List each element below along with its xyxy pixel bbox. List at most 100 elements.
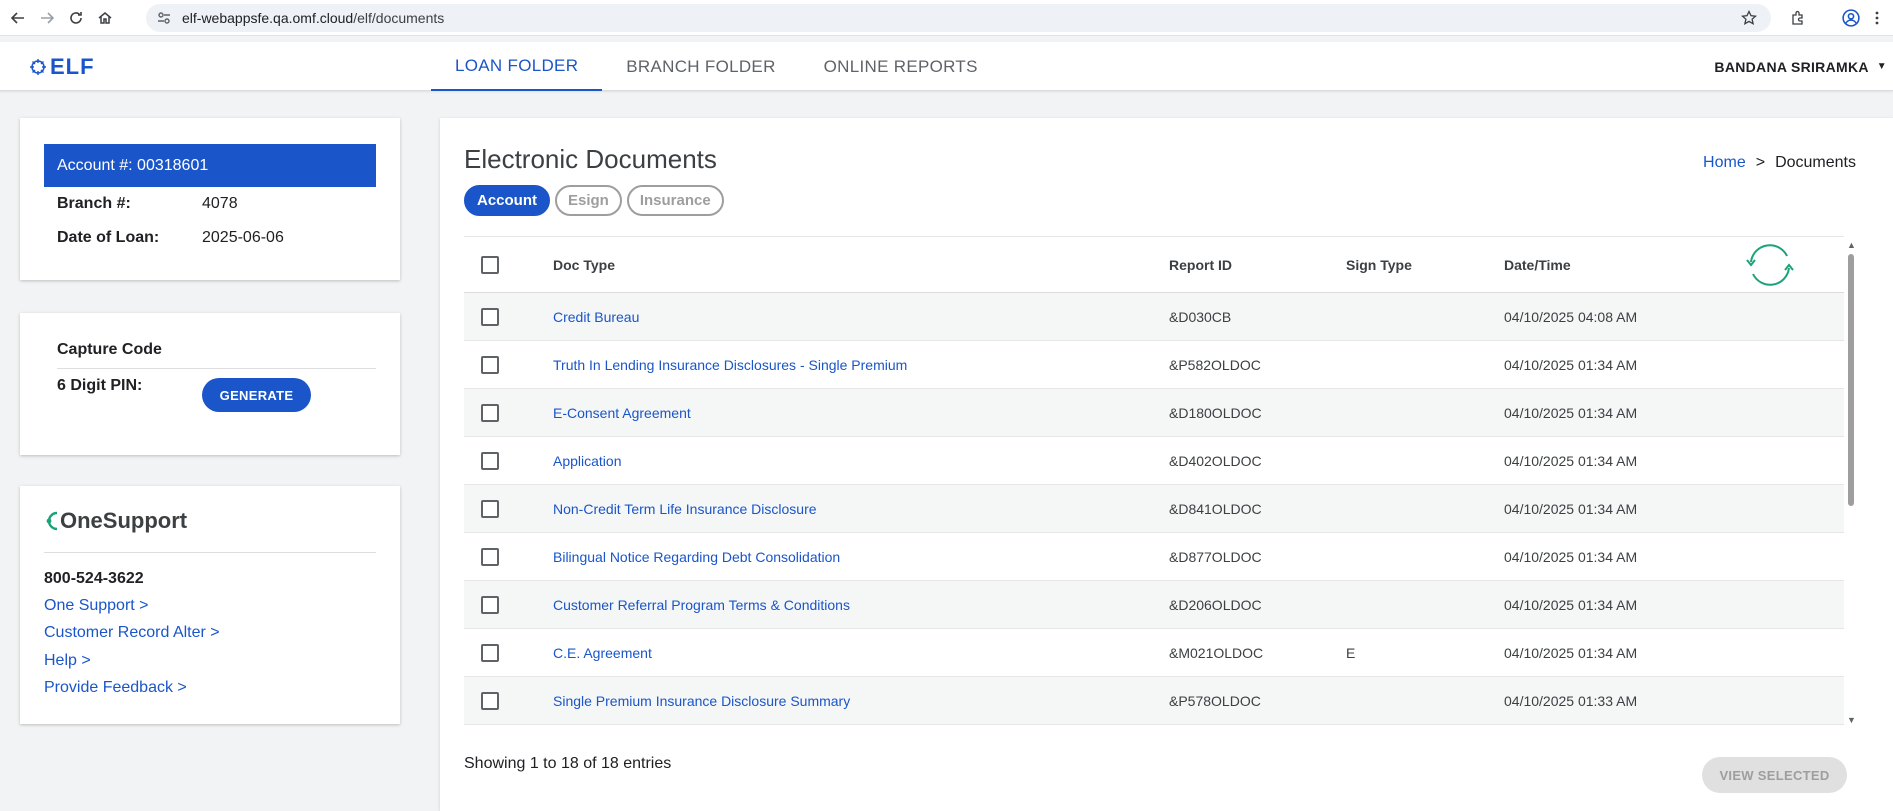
logo-text: ELF: [50, 54, 95, 79]
link-one-support[interactable]: One Support >: [44, 597, 149, 615]
sign-type-cell: E: [1346, 644, 1356, 661]
row-checkbox[interactable]: [481, 307, 499, 326]
doc-type-link[interactable]: Truth In Lending Insurance Disclosures -…: [553, 357, 907, 373]
capture-code-title: Capture Code: [57, 341, 162, 358]
row-checkbox[interactable]: [481, 547, 499, 566]
support-phone: 800-524-3622: [44, 570, 144, 587]
header-sign-type[interactable]: Sign Type: [1346, 257, 1412, 273]
tab-branch-folder[interactable]: BRANCH FOLDER: [602, 42, 799, 91]
link-customer-record-alter[interactable]: Customer Record Alter >: [44, 624, 220, 642]
app-header: ELF LOAN FOLDER BRANCH FOLDER ONLINE REP…: [0, 42, 1893, 91]
breadcrumb-home[interactable]: Home: [1703, 154, 1746, 172]
onesupport-logo-text: OneSupport: [60, 508, 188, 533]
loan-date-value: 2025-06-06: [202, 229, 284, 246]
row-checkbox[interactable]: [481, 355, 499, 374]
link-help[interactable]: Help >: [44, 652, 91, 670]
scroll-thumb[interactable]: [1848, 254, 1854, 506]
row-checkbox[interactable]: [481, 403, 499, 422]
date-time-cell: 04/10/2025 01:34 AM: [1504, 404, 1638, 421]
header-date-time[interactable]: Date/Time: [1504, 257, 1571, 273]
date-time-cell: 04/10/2025 01:34 AM: [1504, 500, 1638, 517]
documents-panel: Electronic Documents Home > Documents Ac…: [440, 118, 1893, 811]
table-row: Bilingual Notice Regarding Debt Consolid…: [464, 533, 1844, 581]
forward-icon[interactable]: [36, 7, 58, 29]
breadcrumb: Home > Documents: [1703, 154, 1856, 172]
doc-type-link[interactable]: Credit Bureau: [553, 309, 639, 325]
document-filter-pills: Account Esign Insurance: [464, 185, 724, 216]
header-report-id[interactable]: Report ID: [1169, 257, 1232, 273]
profile-icon[interactable]: [1840, 7, 1862, 29]
row-checkbox[interactable]: [481, 499, 499, 518]
branch-value: 4078: [202, 195, 238, 212]
reload-icon[interactable]: [65, 7, 87, 29]
date-time-cell: 04/10/2025 01:34 AM: [1504, 596, 1638, 613]
url-text: elf-webappsfe.qa.omf.cloud/elf/documents: [182, 10, 445, 26]
report-id-cell: &D877OLDOC: [1169, 548, 1262, 565]
pill-account[interactable]: Account: [464, 185, 550, 216]
doc-type-link[interactable]: E-Consent Agreement: [553, 405, 691, 421]
doc-type-link[interactable]: Customer Referral Program Terms & Condit…: [553, 597, 850, 613]
row-checkbox[interactable]: [481, 643, 499, 662]
browser-menu-icon[interactable]: [1866, 7, 1888, 29]
doc-type-link[interactable]: C.E. Agreement: [553, 645, 652, 661]
scroll-down-icon[interactable]: ▼: [1847, 715, 1856, 725]
scroll-up-icon[interactable]: ▲: [1847, 240, 1856, 250]
browser-toolbar: elf-webappsfe.qa.omf.cloud/elf/documents: [0, 0, 1893, 36]
date-time-cell: 04/10/2025 04:08 AM: [1504, 308, 1638, 325]
doc-type-link[interactable]: Single Premium Insurance Disclosure Summ…: [553, 693, 850, 709]
extensions-icon[interactable]: [1787, 7, 1809, 29]
elf-logo[interactable]: ELF: [28, 54, 95, 80]
capture-code-card: Capture Code 6 Digit PIN: GENERATE: [20, 313, 400, 455]
table-scrollbar[interactable]: ▲ ▼: [1844, 240, 1858, 725]
select-all-checkbox[interactable]: [481, 255, 499, 274]
report-id-cell: &D030CB: [1169, 308, 1232, 325]
table-row: Truth In Lending Insurance Disclosures -…: [464, 341, 1844, 389]
doc-type-link[interactable]: Application: [553, 453, 622, 469]
tab-loan-folder[interactable]: LOAN FOLDER: [431, 42, 603, 91]
table-row: Customer Referral Program Terms & Condit…: [464, 581, 1844, 629]
pill-insurance[interactable]: Insurance: [626, 185, 724, 216]
site-settings-icon[interactable]: [156, 10, 172, 26]
table-row: Single Premium Insurance Disclosure Summ…: [464, 677, 1844, 725]
link-provide-feedback[interactable]: Provide Feedback >: [44, 679, 187, 697]
date-time-cell: 04/10/2025 01:34 AM: [1504, 644, 1638, 661]
report-id-cell: &D180OLDOC: [1169, 404, 1262, 421]
date-time-cell: 04/10/2025 01:34 AM: [1504, 452, 1638, 469]
report-id-cell: &P582OLDOC: [1169, 356, 1261, 373]
onesupport-logo: OneSupport: [44, 508, 187, 534]
date-time-cell: 04/10/2025 01:34 AM: [1504, 548, 1638, 565]
entries-info: Showing 1 to 18 of 18 entries: [464, 755, 672, 772]
date-time-cell: 04/10/2025 01:33 AM: [1504, 692, 1638, 709]
back-icon[interactable]: [7, 7, 29, 29]
support-card: OneSupport 800-524-3622 One Support > Cu…: [20, 486, 400, 724]
main-nav-tabs: LOAN FOLDER BRANCH FOLDER ONLINE REPORTS: [431, 42, 1002, 91]
row-checkbox[interactable]: [481, 595, 499, 614]
branch-label: Branch #:: [57, 195, 131, 212]
report-id-cell: &M021OLDOC: [1169, 644, 1264, 661]
view-selected-button[interactable]: VIEW SELECTED: [1702, 757, 1847, 793]
divider: [57, 368, 376, 369]
doc-type-link[interactable]: Non-Credit Term Life Insurance Disclosur…: [553, 501, 817, 517]
pin-label: 6 Digit PIN:: [57, 377, 143, 394]
row-checkbox[interactable]: [481, 691, 499, 710]
account-card: Account #: 00318601 Branch #: 4078 Date …: [20, 118, 400, 280]
generate-button[interactable]: GENERATE: [202, 378, 311, 412]
pill-esign[interactable]: Esign: [555, 185, 622, 216]
breadcrumb-current: Documents: [1775, 154, 1856, 171]
report-id-cell: &D206OLDOC: [1169, 596, 1262, 613]
user-menu[interactable]: BANDANA SRIRAMKA ▼: [1714, 42, 1887, 91]
address-bar[interactable]: elf-webappsfe.qa.omf.cloud/elf/documents: [146, 4, 1771, 32]
table-header: Doc Type Report ID Sign Type Date/Time: [464, 237, 1844, 293]
report-id-cell: &D402OLDOC: [1169, 452, 1262, 469]
breadcrumb-separator: >: [1755, 154, 1766, 171]
page-title: Electronic Documents: [464, 144, 717, 174]
report-id-cell: &P578OLDOC: [1169, 692, 1261, 709]
row-checkbox[interactable]: [481, 451, 499, 470]
header-doc-type[interactable]: Doc Type: [553, 257, 615, 273]
refresh-icon[interactable]: [1743, 240, 1797, 290]
bookmark-star-icon[interactable]: [1740, 9, 1758, 26]
account-number: Account #: 00318601: [44, 144, 376, 187]
doc-type-link[interactable]: Bilingual Notice Regarding Debt Consolid…: [553, 549, 840, 565]
tab-online-reports[interactable]: ONLINE REPORTS: [800, 42, 1002, 91]
home-icon[interactable]: [94, 7, 116, 29]
